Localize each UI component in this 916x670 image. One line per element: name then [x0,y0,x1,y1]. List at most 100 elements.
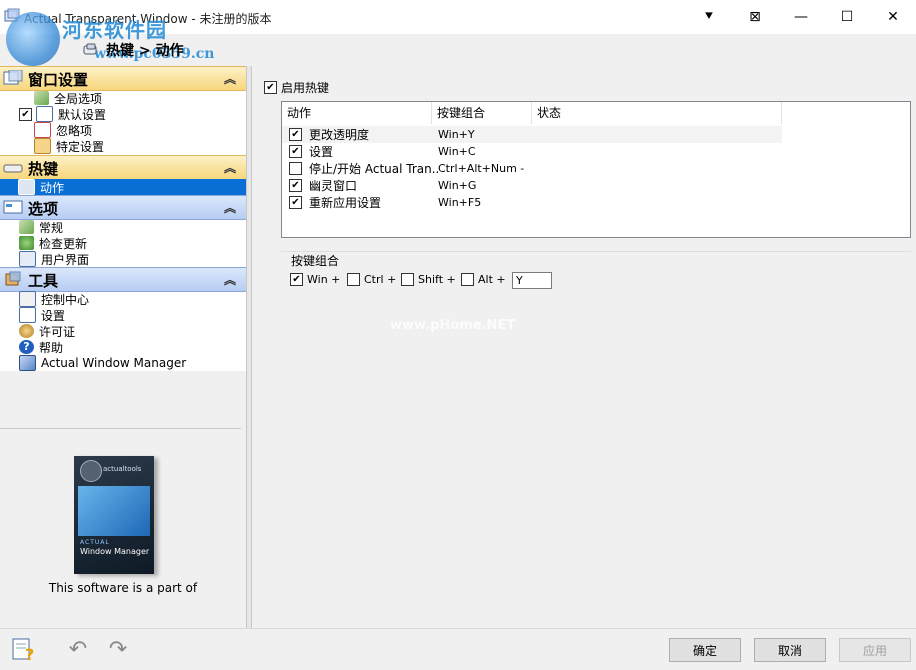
extra-button[interactable]: ⊠ [732,0,778,34]
table-row[interactable]: ✔ 更改透明度 Win+Y [282,126,782,143]
modifier-ctrl[interactable]: Ctrl + [347,273,396,286]
hotkey-icon [83,43,97,55]
window-settings-icon [3,70,23,85]
enable-hotkeys[interactable]: ✔ 启用热键 [264,79,329,96]
sidebar-item-settings[interactable]: 设置 [19,307,65,323]
row-checkbox[interactable] [289,162,302,175]
sidebar-item-specific-settings[interactable]: 特定设置 [34,138,104,154]
collapse-icon[interactable]: ︽ [224,70,236,87]
sidebar-item-label: 特定设置 [56,139,105,154]
section-window-settings[interactable]: 窗口设置 ︽ [0,66,246,91]
close-button[interactable]: ✕ [870,0,916,34]
sidebar-item-default-settings[interactable]: ✔ 默认设置 [19,106,106,122]
collapse-icon[interactable]: ︽ [224,199,236,216]
sidebar-item-label: 常规 [39,220,64,235]
keyboard-icon [3,164,23,173]
alt-label: Alt + [478,273,506,286]
help-icon: ? [19,340,34,354]
section-hotkeys[interactable]: 热键 ︽ [0,155,246,180]
column-header-action[interactable]: 动作 [282,102,432,124]
license-key-icon [19,324,34,338]
sidebar-item-label: 设置 [41,308,66,323]
win-checkbox[interactable]: ✔ [290,273,303,286]
global-options-icon [34,91,49,105]
control-center-icon [19,291,36,307]
specific-settings-icon [34,138,51,154]
row-action: 幽灵窗口 [309,179,358,193]
minimize-icon: — [794,9,808,25]
sidebar-item-license[interactable]: 许可证 [19,323,75,339]
section-title: 选项 [28,200,59,218]
row-checkbox[interactable]: ✔ [289,128,302,141]
collapse-icon[interactable]: ︽ [224,271,236,288]
sidebar-item-global-options[interactable]: 全局选项 [34,90,102,106]
sidebar-item-user-interface[interactable]: 用户界面 [19,251,89,267]
modifier-win[interactable]: ✔ Win + [290,273,340,286]
section-title: 窗口设置 [28,71,89,89]
sidebar-item-general[interactable]: 常规 [19,219,63,235]
row-keys: Ctrl+Alt+Num - [438,162,525,175]
row-action: 设置 [309,145,334,159]
row-checkbox[interactable]: ✔ [289,196,302,209]
sidebar-item-ignore[interactable]: 忽略项 [34,122,92,138]
alt-checkbox[interactable] [461,273,474,286]
section-options[interactable]: 选项 ︽ [0,195,246,220]
win-label: Win + [307,273,341,286]
maximize-button[interactable]: ☐ [824,0,870,34]
tools-icon [5,271,21,286]
minimize-button[interactable]: — [778,0,824,34]
row-checkbox[interactable]: ✔ [289,145,302,158]
key-input[interactable]: Y [512,272,552,289]
product-line1: ACTUAL [80,539,110,546]
section-tools[interactable]: 工具 ︽ [0,267,246,292]
table-row[interactable]: ✔ 幽灵窗口 Win+G [282,177,782,194]
ctrl-label: Ctrl + [364,273,397,286]
hotkey-list[interactable]: 动作 按键组合 状态 ✔ 更改透明度 Win+Y ✔ 设置 Win+C 停止/开… [281,101,911,238]
actions-icon [18,179,35,195]
breadcrumb: 热键 > 动作 [106,43,184,59]
sidebar-item-label: 许可证 [39,324,76,339]
column-header-status[interactable]: 状态 [532,102,782,124]
ok-button[interactable]: 确定 [669,638,741,662]
product-artwork [78,486,150,536]
redo-icon: ↷ [108,636,128,662]
undo-button[interactable]: ↶ [64,636,92,662]
svg-text:?: ? [25,645,34,662]
sidebar-item-control-center[interactable]: 控制中心 [19,291,89,307]
options-icon [3,200,23,214]
shift-checkbox[interactable] [401,273,414,286]
row-keys: Win+F5 [438,196,482,209]
row-keys: Win+C [438,145,476,158]
modifier-alt[interactable]: Alt + [461,273,506,286]
redo-button[interactable]: ↷ [104,636,132,662]
row-action: 停止/开始 Actual Tran... [309,162,439,176]
sidebar-item-label: 用户界面 [41,252,90,267]
sidebar-item-label: 动作 [40,180,65,195]
window-manager-icon [19,355,36,371]
sidebar-item-actual-window-manager[interactable]: Actual Window Manager [19,355,186,371]
default-settings-checkbox[interactable]: ✔ [19,107,32,121]
ctrl-checkbox[interactable] [347,273,360,286]
table-row[interactable]: ✔ 重新应用设置 Win+F5 [282,194,782,211]
row-checkbox[interactable]: ✔ [289,179,302,192]
help-document-icon: ? [12,638,34,662]
table-row[interactable]: 停止/开始 Actual Tran... Ctrl+Alt+Num - [282,160,782,177]
sidebar-item-label: 控制中心 [41,292,90,307]
settings-icon [19,307,36,323]
collapse-icon[interactable]: ︽ [224,159,236,176]
cancel-button[interactable]: 取消 [754,638,826,662]
key-combo-title: 按键组合 [291,254,340,268]
modifier-shift[interactable]: Shift + [401,273,456,286]
maximize-icon: ☐ [840,9,854,25]
table-row[interactable]: ✔ 设置 Win+C [282,143,782,160]
sidebar-item-check-updates[interactable]: 检查更新 [19,235,87,251]
apply-button[interactable]: 应用 [839,638,911,662]
enable-hotkeys-checkbox[interactable]: ✔ [264,81,277,94]
sidebar-item-help[interactable]: ? 帮助 [19,339,63,355]
column-header-keys[interactable]: 按键组合 [432,102,532,124]
help-context-button[interactable]: ? [10,636,38,662]
product-box-image[interactable]: actualtools ACTUAL Window Manager [70,456,160,574]
sidebar-item-actions[interactable]: 动作 [0,179,246,195]
user-interface-icon [19,251,36,267]
pin-button[interactable]: ⯆ [686,0,732,34]
